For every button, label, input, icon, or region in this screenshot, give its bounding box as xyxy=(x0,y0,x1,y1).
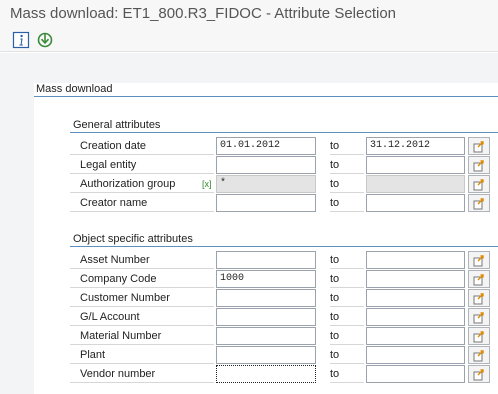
multiple-selection-icon xyxy=(473,293,484,305)
authorization-group-from-input: * xyxy=(216,175,316,193)
authorization-group-to-input xyxy=(366,175,465,193)
multiple-selection-button[interactable] xyxy=(468,194,490,212)
to-label: to xyxy=(330,175,364,193)
row-creator-name: Creator name to xyxy=(70,194,498,213)
content-area: Mass download General attributes Creatio… xyxy=(0,53,498,394)
to-label: to xyxy=(330,270,364,288)
field-label: Vendor number xyxy=(70,365,214,383)
to-label: to xyxy=(330,289,364,307)
to-label: to xyxy=(330,365,364,383)
info-icon[interactable] xyxy=(12,31,30,49)
multiple-selection-icon xyxy=(473,179,484,191)
to-label: to xyxy=(330,194,364,212)
to-label: to xyxy=(330,137,364,155)
multiple-selection-button[interactable] xyxy=(468,327,490,345)
row-material-number: Material Number to xyxy=(70,327,498,346)
field-label: Authorization group xyxy=(70,175,214,193)
multiple-selection-button[interactable] xyxy=(468,137,490,155)
multiple-selection-icon xyxy=(473,350,484,362)
row-authorization-group: Authorization group [x] * to xyxy=(70,175,498,194)
field-label: Company Code xyxy=(70,270,214,288)
to-label: to xyxy=(330,308,364,326)
vendor-number-to-input[interactable] xyxy=(366,365,465,383)
vendor-number-from-input[interactable] xyxy=(216,365,316,383)
multiple-selection-icon xyxy=(473,160,484,172)
row-plant: Plant to xyxy=(70,346,498,365)
multiple-selection-icon xyxy=(473,369,484,381)
object-specific-attributes-group: Object specific attributes Asset Number … xyxy=(70,233,498,385)
creator-name-to-input[interactable] xyxy=(366,194,465,212)
field-label: Creator name xyxy=(70,194,214,212)
multiple-selection-button[interactable] xyxy=(468,251,490,269)
row-legal-entity: Legal entity to xyxy=(70,156,498,175)
row-customer-number: Customer Number to xyxy=(70,289,498,308)
toolbar xyxy=(0,28,498,52)
gl-account-to-input[interactable] xyxy=(366,308,465,326)
field-label: Material Number xyxy=(70,327,214,345)
field-label: G/L Account xyxy=(70,308,214,326)
to-label: to xyxy=(330,156,364,174)
mass-download-header: Mass download xyxy=(34,83,498,97)
multiple-selection-button[interactable] xyxy=(468,308,490,326)
execute-icon[interactable] xyxy=(36,31,54,49)
multiple-selection-icon xyxy=(473,255,484,267)
legal-entity-from-input[interactable] xyxy=(216,156,316,174)
to-label: to xyxy=(330,251,364,269)
row-vendor-number: Vendor number to xyxy=(70,365,498,384)
field-label: Legal entity xyxy=(70,156,214,174)
material-number-to-input[interactable] xyxy=(366,327,465,345)
multiple-selection-button[interactable] xyxy=(468,156,490,174)
multiple-selection-button[interactable] xyxy=(468,270,490,288)
row-gl-account: G/L Account to xyxy=(70,308,498,327)
multiple-selection-button[interactable] xyxy=(468,346,490,364)
row-company-code: Company Code 1000 to xyxy=(70,270,498,289)
field-label: Customer Number xyxy=(70,289,214,307)
asset-number-from-input[interactable] xyxy=(216,251,316,269)
general-attributes-group: General attributes Creation date 01.01.2… xyxy=(70,119,498,212)
field-label: Asset Number xyxy=(70,251,214,269)
title-bar: Mass download: ET1_800.R3_FIDOC - Attrib… xyxy=(0,0,498,28)
field-label: Creation date xyxy=(70,137,214,155)
plant-to-input[interactable] xyxy=(366,346,465,364)
customer-number-to-input[interactable] xyxy=(366,289,465,307)
general-attributes-header: General attributes xyxy=(70,119,498,133)
to-label: to xyxy=(330,327,364,345)
creation-date-from-input[interactable]: 01.01.2012 xyxy=(216,137,316,155)
company-code-to-input[interactable] xyxy=(366,270,465,288)
legal-entity-to-input[interactable] xyxy=(366,156,465,174)
row-creation-date: Creation date 01.01.2012 to 31.12.2012 xyxy=(70,137,498,156)
creator-name-from-input[interactable] xyxy=(216,194,316,212)
creation-date-to-input[interactable]: 31.12.2012 xyxy=(366,137,465,155)
multiple-selection-icon xyxy=(473,141,484,153)
mass-download-group: Mass download General attributes Creatio… xyxy=(34,83,498,394)
object-specific-attributes-header: Object specific attributes xyxy=(70,233,498,247)
multiple-selection-icon xyxy=(473,198,484,210)
multiple-selection-icon xyxy=(473,312,484,324)
row-asset-number: Asset Number to xyxy=(70,251,498,270)
multiple-selection-button[interactable] xyxy=(468,175,490,193)
asset-number-to-input[interactable] xyxy=(366,251,465,269)
multiple-selection-button[interactable] xyxy=(468,365,490,383)
selected-marker: [x] xyxy=(202,179,212,189)
multiple-selection-button[interactable] xyxy=(468,289,490,307)
multiple-selection-icon xyxy=(473,331,484,343)
field-label: Plant xyxy=(70,346,214,364)
multiple-selection-icon xyxy=(473,274,484,286)
to-label: to xyxy=(330,346,364,364)
window-title: Mass download: ET1_800.R3_FIDOC - Attrib… xyxy=(10,5,397,22)
plant-from-input[interactable] xyxy=(216,346,316,364)
material-number-from-input[interactable] xyxy=(216,327,316,345)
customer-number-from-input[interactable] xyxy=(216,289,316,307)
gl-account-from-input[interactable] xyxy=(216,308,316,326)
company-code-from-input[interactable]: 1000 xyxy=(216,270,316,288)
